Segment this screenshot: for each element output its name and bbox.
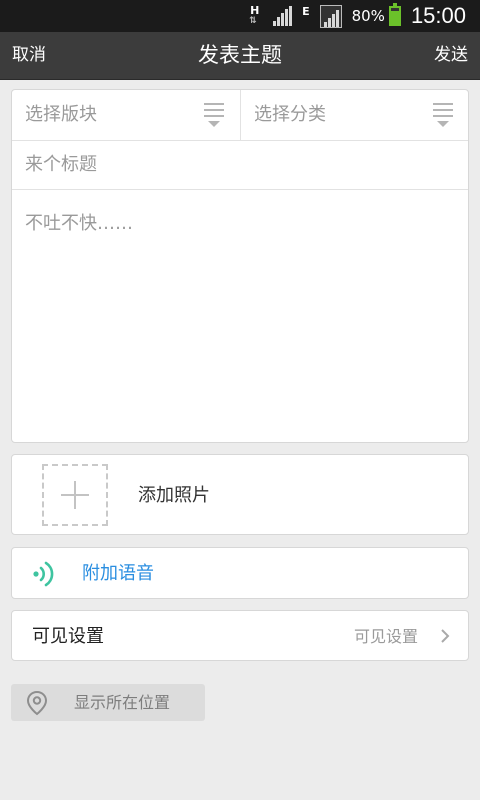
visibility-label: 可见设置 — [32, 626, 104, 647]
title-input[interactable] — [12, 140, 468, 190]
status-bar: H ⇅ E 80% 15:00 — [0, 0, 480, 32]
title-bar: 取消 发表主题 发送 — [0, 32, 480, 80]
battery-percent: 80% — [351, 7, 385, 25]
post-form-card: 选择版块 选择分类 — [11, 89, 469, 443]
add-voice-label: 附加语音 — [82, 563, 154, 584]
menu-lines-icon — [433, 103, 453, 129]
network-h-indicator: H ⇅ — [248, 4, 262, 28]
status-clock: 15:00 — [410, 3, 466, 28]
board-select-label: 选择版块 — [25, 104, 97, 125]
select-row: 选择版块 选择分类 — [12, 90, 468, 141]
network-e-label: E — [302, 4, 310, 18]
signal-strength-secondary-icon — [319, 4, 342, 28]
battery-icon — [388, 3, 401, 26]
cancel-button[interactable]: 取消 — [12, 32, 46, 79]
category-select[interactable]: 选择分类 — [241, 90, 469, 140]
add-photo-button[interactable]: 添加照片 — [11, 454, 469, 535]
location-pin-icon — [26, 690, 48, 716]
body-input[interactable] — [12, 191, 468, 441]
plus-icon — [42, 464, 108, 526]
page-title: 发表主题 — [198, 43, 282, 67]
visibility-settings-row[interactable]: 可见设置 可见设置 — [11, 610, 469, 661]
category-select-label: 选择分类 — [254, 104, 326, 125]
add-photo-label: 添加照片 — [138, 485, 210, 506]
visibility-value: 可见设置 — [353, 627, 418, 646]
chevron-right-icon — [441, 629, 450, 643]
signal-strength-icon — [272, 6, 293, 26]
menu-lines-icon — [204, 103, 224, 129]
add-voice-button[interactable]: 附加语音 — [11, 547, 469, 599]
send-button[interactable]: 发送 — [434, 32, 468, 79]
show-location-button[interactable]: 显示所在位置 — [11, 684, 205, 721]
data-arrows-icon: ⇅ — [249, 16, 257, 26]
sound-waves-icon — [33, 561, 54, 587]
network-type-label: H — [250, 4, 260, 17]
show-location-label: 显示所在位置 — [74, 693, 171, 712]
board-select[interactable]: 选择版块 — [12, 90, 241, 140]
